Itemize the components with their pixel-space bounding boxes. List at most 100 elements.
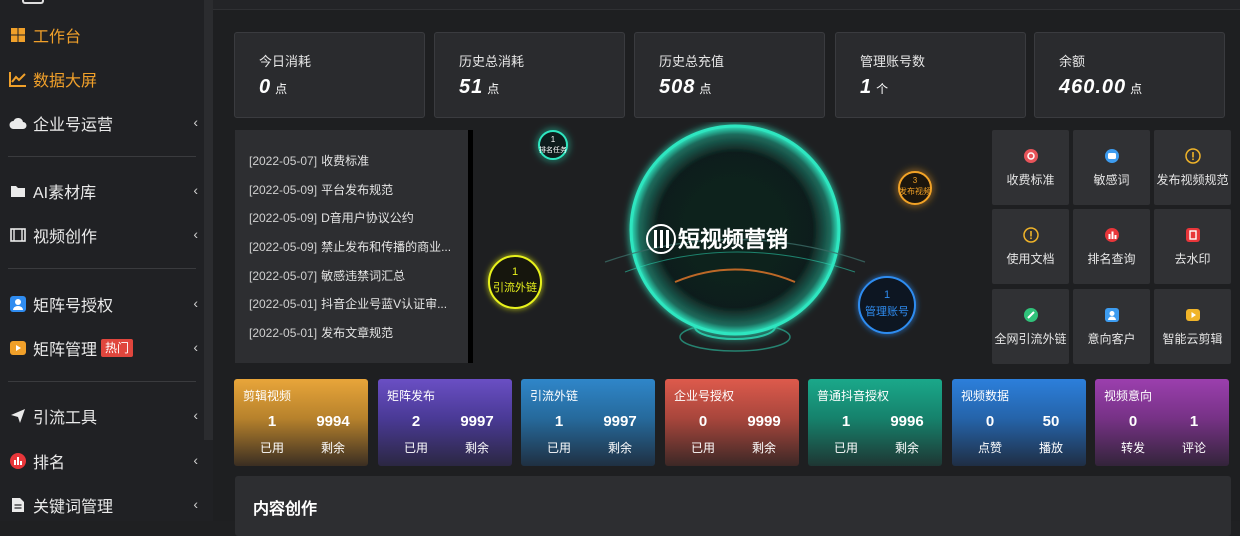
windows-icon — [8, 25, 28, 45]
notice-item[interactable]: [2022-05-01] 发布文章规范 — [249, 324, 469, 353]
card-video-data[interactable]: 视频数据 0 50 点赞 播放 — [952, 379, 1086, 466]
orb-managed-accounts[interactable]: 1 管理账号 — [858, 276, 916, 334]
warning-icon — [1184, 147, 1201, 164]
card-enterprise-auth[interactable]: 企业号授权 0 9999 已用 剩余 — [665, 379, 799, 466]
hot-badge: 热门 — [101, 339, 134, 357]
film-icon — [8, 225, 28, 245]
stat-managed-accounts: 管理账号数 1个 — [835, 32, 1026, 118]
doc-warning-icon — [1022, 226, 1039, 243]
sidebar-item-enterprise-ops[interactable]: 企业号运营 ‹ — [8, 108, 200, 138]
sidebar-item-ranking[interactable]: 排名 ‹ — [8, 446, 200, 476]
stat-total-recharge: 历史总充值 508 点 — [634, 32, 825, 118]
stat-value: 0点 — [259, 76, 289, 98]
stat-balance: 余额 460.00 点 — [1034, 32, 1225, 118]
notice-item[interactable]: [2022-05-01] 抖音企业号蓝V认证审... — [249, 295, 469, 324]
sidebar-item-label: 关键词管理 — [33, 499, 114, 516]
sidebar-scrollbar[interactable] — [204, 0, 213, 440]
notice-item[interactable]: [2022-05-07] 敏感违禁词汇总 — [249, 267, 469, 296]
stat-label: 历史总消耗 — [459, 54, 525, 69]
chevron-left-icon: ‹ — [193, 407, 198, 423]
chevron-left-icon: ‹ — [193, 452, 198, 468]
stat-today-consumption: 今日消耗 0点 — [234, 32, 425, 118]
quick-intent-customers[interactable]: 意向客户 — [1073, 289, 1150, 364]
stat-label: 今日消耗 — [259, 54, 312, 69]
svg-text:引流外链: 引流外链 — [493, 280, 537, 294]
file-icon — [8, 495, 28, 515]
quick-links-grid: 收费标准 敏感词 发布视频规范 使用文档 排名查询 去水印 全网引流外链 意向客… — [992, 130, 1232, 364]
stat-total-consumption: 历史总消耗 51 点 — [434, 32, 625, 118]
main-content: 今日消耗 0点 历史总消耗 51 点 历史总充值 508 点 管理账号数 1个 余额… — [213, 0, 1240, 536]
fee-icon — [1023, 148, 1039, 164]
chevron-left-icon: ‹ — [193, 339, 198, 355]
sidebar-item-label: 排名 — [33, 455, 66, 472]
stat-label: 管理账号数 — [860, 54, 926, 69]
sidebar-item-ai-library[interactable]: AI素材库 ‹ — [8, 176, 200, 206]
quick-rank-query[interactable]: 排名查询 — [1073, 209, 1150, 284]
chevron-left-icon: ‹ — [193, 114, 198, 130]
svg-text:1: 1 — [512, 266, 518, 278]
sidebar-item-matrix-auth[interactable]: 矩阵号授权 ‹ — [8, 289, 200, 319]
play-icon — [8, 338, 28, 358]
hero-orbs: 1 引流外链 1 管理账号 — [488, 255, 916, 334]
content-creation-panel: 内容创作 — [235, 476, 1231, 536]
send-icon — [8, 406, 28, 426]
divider — [8, 381, 196, 382]
quick-sensitive-words[interactable]: 敏感词 — [1073, 130, 1150, 205]
watermark-icon — [1185, 227, 1201, 243]
chart-icon — [1104, 227, 1120, 243]
stat-label: 历史总充值 — [659, 54, 725, 69]
stat-value: 508 点 — [659, 76, 713, 98]
sidebar-item-data-screen[interactable]: 数据大屏 — [8, 64, 200, 94]
divider — [8, 268, 196, 269]
sidebar-item-label: 数据大屏 — [33, 73, 98, 90]
quick-smart-cloud-edit[interactable]: 智能云剪辑 — [1154, 289, 1231, 364]
notice-item[interactable]: [2022-05-07] 收费标准 — [249, 152, 469, 181]
stat-value: 51 点 — [459, 76, 501, 98]
card-matrix-publish[interactable]: 矩阵发布 2 9997 已用 剩余 — [378, 379, 512, 466]
video-icon — [1185, 307, 1201, 323]
sidebar-item-video-creation[interactable]: 视频创作 ‹ — [8, 220, 200, 250]
cloud-icon — [8, 113, 28, 133]
quick-all-network-link[interactable]: 全网引流外链 — [992, 289, 1069, 364]
sidebar-item-keywords[interactable]: 关键词管理 ‹ — [8, 490, 200, 520]
stat-value: 460.00 点 — [1059, 76, 1144, 98]
sidebar-item-label: 工作台 — [33, 29, 82, 46]
notice-scrollbar[interactable] — [468, 130, 473, 363]
sidebar-item-label: 视频创作 — [33, 229, 98, 246]
logo-icon — [22, 0, 44, 4]
notice-list: [2022-05-07] 收费标准 [2022-05-09] 平台发布规范 [202… — [235, 130, 473, 363]
sidebar-item-traffic-tools[interactable]: 引流工具 ‹ — [8, 401, 200, 431]
chevron-left-icon: ‹ — [193, 226, 198, 242]
svg-text:管理账号: 管理账号 — [865, 304, 909, 318]
card-douyin-auth[interactable]: 普通抖音授权 1 9996 已用 剩余 — [808, 379, 942, 466]
sidebar-item-label: 企业号运营 — [33, 117, 114, 134]
card-traffic-link[interactable]: 引流外链 1 9997 已用 剩余 — [521, 379, 655, 466]
sidebar-item-matrix-manage[interactable]: 矩阵管理 热门 ‹ — [8, 333, 200, 363]
user-card-icon — [8, 294, 28, 314]
chevron-left-icon: ‹ — [193, 295, 198, 311]
sidebar-item-label: 引流工具 — [33, 410, 98, 427]
card-video-intent[interactable]: 视频意向 0 1 转发 评论 — [1095, 379, 1229, 466]
notice-item[interactable]: [2022-05-09] 平台发布规范 — [249, 181, 469, 210]
card-edit-video[interactable]: 剪辑视频 1 9994 已用 剩余 — [234, 379, 368, 466]
folder-icon — [8, 181, 28, 201]
stat-value: 1个 — [860, 76, 890, 98]
top-bar — [213, 0, 1240, 10]
sidebar-item-label: AI素材库 — [33, 185, 97, 202]
orb-traffic-outlink[interactable]: 1 引流外链 — [488, 255, 542, 309]
line-chart-icon — [8, 69, 28, 89]
quick-user-docs[interactable]: 使用文档 — [992, 209, 1069, 284]
panel-title: 内容创作 — [253, 501, 318, 518]
quick-publish-video-rules[interactable]: 发布视频规范 — [1154, 130, 1231, 205]
notice-item[interactable]: [2022-05-09] 禁止发布和传播的商业... — [249, 238, 469, 267]
link-icon — [1023, 307, 1039, 323]
quick-remove-watermark[interactable]: 去水印 — [1154, 209, 1231, 284]
chevron-left-icon: ‹ — [193, 182, 198, 198]
sidebar-item-workbench[interactable]: 工作台 — [8, 20, 200, 50]
chevron-left-icon: ‹ — [193, 496, 198, 512]
chat-icon — [1104, 148, 1120, 164]
notice-item[interactable]: [2022-05-09] D音用户协议公约 — [249, 209, 469, 238]
stat-label: 余额 — [1059, 54, 1086, 69]
divider — [8, 156, 196, 157]
quick-fee-standard[interactable]: 收费标准 — [992, 130, 1069, 205]
